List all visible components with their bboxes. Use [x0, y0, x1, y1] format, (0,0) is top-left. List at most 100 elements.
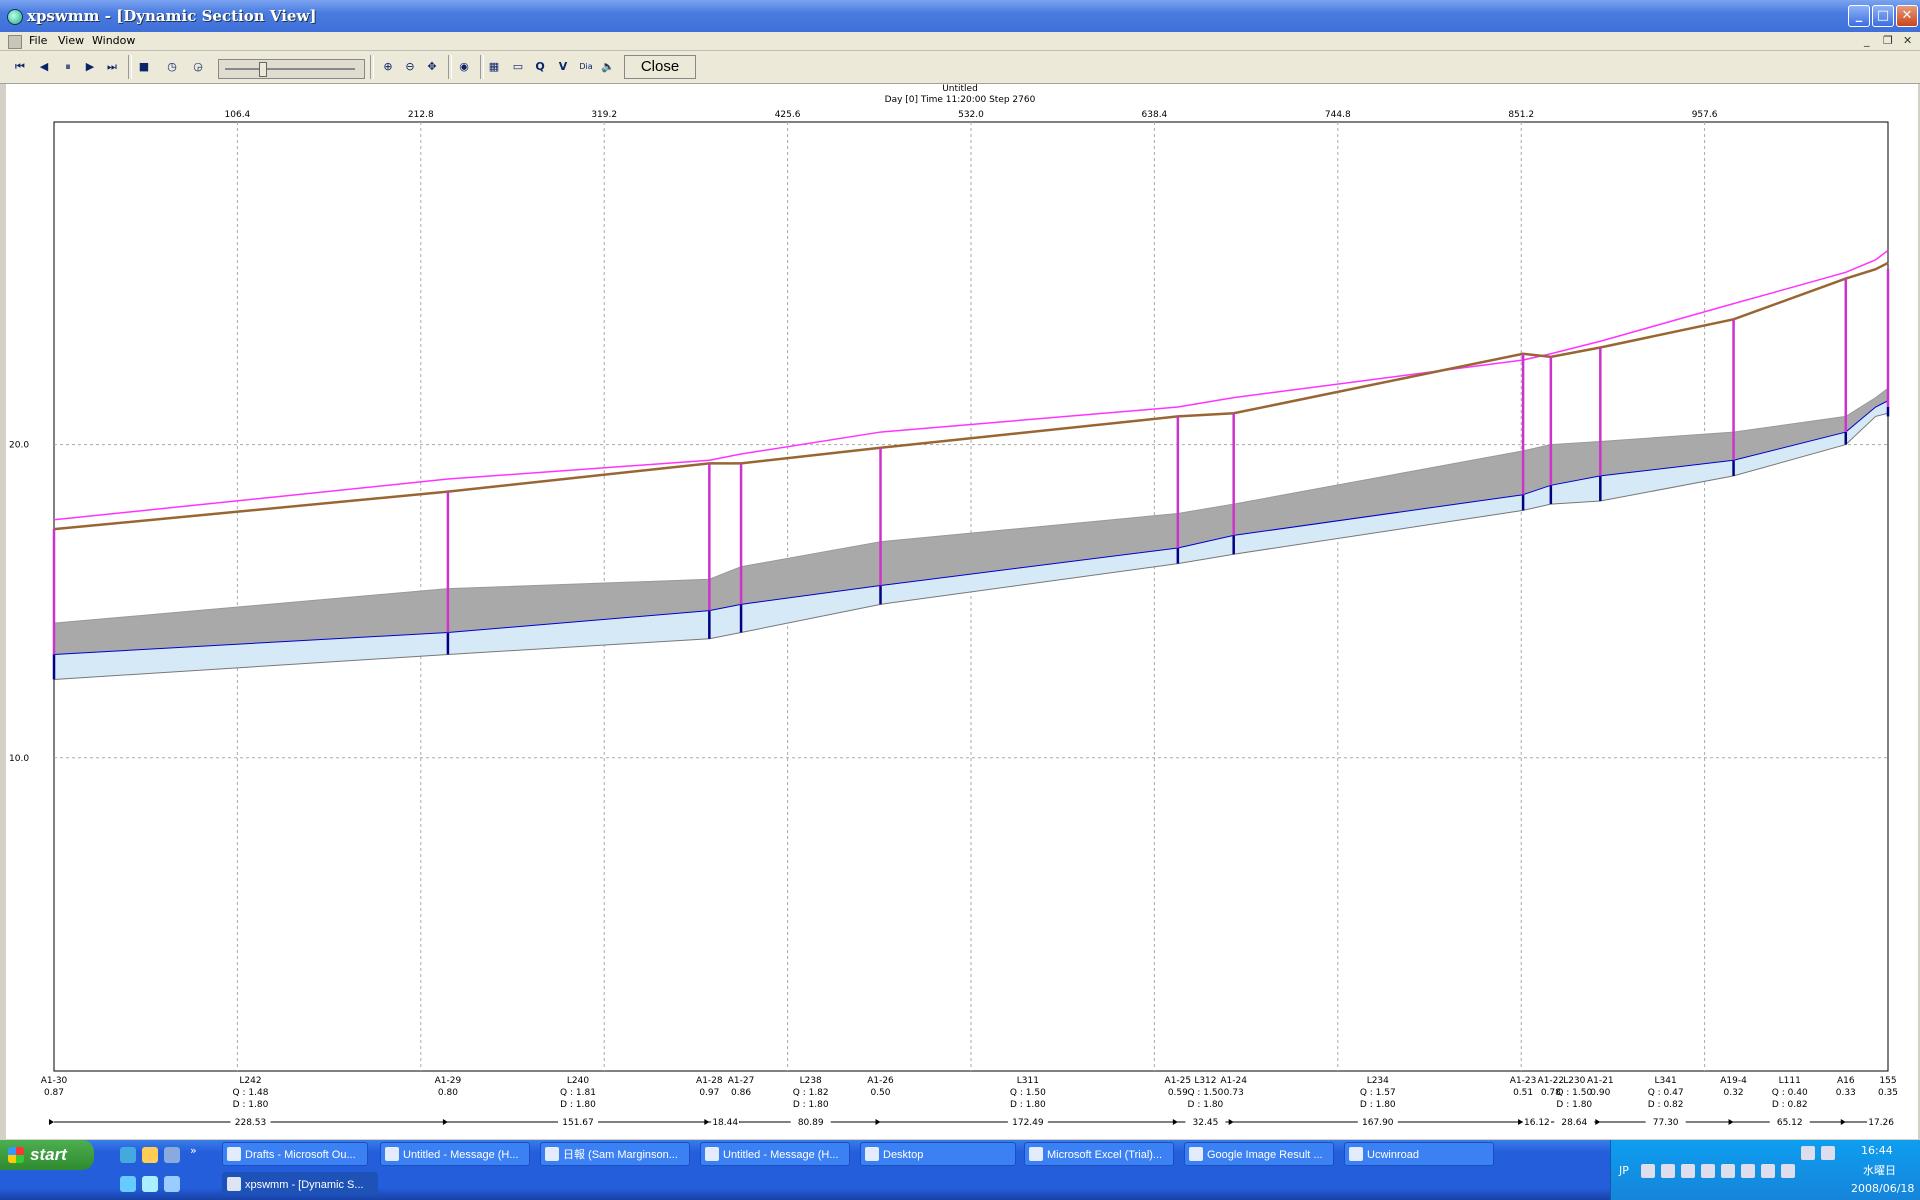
- link-diameter-label: D : 1.80: [233, 1100, 269, 1110]
- link-name-label: L312: [1194, 1076, 1216, 1086]
- help-icon[interactable]: [1761, 1164, 1775, 1178]
- x-tick-label: 851.2: [1508, 110, 1534, 120]
- link-length-label: 77.30: [1653, 1118, 1679, 1128]
- maximize-button[interactable]: □: [1872, 5, 1894, 27]
- dynamic-section-chart[interactable]: Untitled Day [0] Time 11:20:00 Step 2760…: [6, 84, 1918, 1139]
- node-name-label: A1-22: [1538, 1076, 1565, 1086]
- task-desktop[interactable]: Desktop: [860, 1142, 1016, 1166]
- tray-icon[interactable]: [1721, 1164, 1735, 1178]
- task-drafts[interactable]: Drafts - Microsoft Ou...: [222, 1142, 368, 1166]
- music-icon[interactable]: [142, 1176, 158, 1192]
- step-back-icon[interactable]: ◀: [34, 57, 54, 77]
- close-view-button[interactable]: Close: [624, 55, 696, 79]
- tray-icon[interactable]: [1661, 1164, 1675, 1178]
- link-length-label: 32.45: [1193, 1118, 1219, 1128]
- document-icon[interactable]: [8, 35, 22, 49]
- mdi-close-icon[interactable]: ✕: [1903, 34, 1912, 47]
- tray-icon[interactable]: [1681, 1164, 1695, 1178]
- slider-thumb[interactable]: [259, 62, 267, 77]
- tray-icon[interactable]: [1641, 1164, 1655, 1178]
- excel-icon: [1029, 1147, 1043, 1161]
- sound-icon[interactable]: 🔈: [598, 57, 618, 77]
- link-length-label: 167.90: [1362, 1118, 1394, 1128]
- start-button[interactable]: start: [0, 1140, 94, 1170]
- link-diameter-label: D : 1.80: [560, 1100, 596, 1110]
- close-window-button[interactable]: ✕: [1896, 5, 1918, 27]
- length-arrow: [1172, 1119, 1178, 1125]
- link-name-label: L240: [567, 1076, 589, 1086]
- tray-icon[interactable]: [1781, 1164, 1795, 1178]
- link-name-label: L242: [239, 1076, 261, 1086]
- menu-window[interactable]: Window: [92, 34, 135, 47]
- play-to-end-icon[interactable]: ⏭: [102, 57, 122, 77]
- task-label: Google Image Result ...: [1207, 1149, 1323, 1161]
- pause-icon[interactable]: ⏸: [58, 57, 78, 77]
- node-depth-label: 0.80: [438, 1088, 458, 1098]
- pan-icon[interactable]: ✥: [422, 57, 442, 77]
- window-title: xpswmm - [Dynamic Section View]: [27, 7, 317, 25]
- outlook-icon: [227, 1147, 241, 1161]
- mdi-restore-icon[interactable]: ❐: [1883, 34, 1893, 47]
- menu-file[interactable]: File: [29, 34, 47, 47]
- zoom-in-icon[interactable]: ⊕: [378, 57, 398, 77]
- chart-subtitle: Day [0] Time 11:20:00 Step 2760: [885, 95, 1036, 105]
- task-daily-report[interactable]: 日報 (Sam Marginson...: [540, 1142, 690, 1166]
- node-depth-label: 0.86: [731, 1088, 751, 1098]
- link-length-label: 151.67: [562, 1118, 594, 1128]
- flow-q-button[interactable]: Q: [530, 57, 550, 77]
- task-ucwinroad[interactable]: Ucwinroad: [1344, 1142, 1494, 1166]
- length-arrow: [1840, 1119, 1846, 1125]
- velocity-v-button[interactable]: V: [553, 57, 573, 77]
- quicklaunch-more-icon[interactable]: »: [190, 1144, 197, 1157]
- ucwinroad-icon: [1349, 1147, 1363, 1161]
- link-flow-label: Q : 1.82: [793, 1088, 829, 1098]
- camera-icon[interactable]: ◉: [454, 57, 474, 77]
- node-depth-label: 0.97: [699, 1088, 719, 1098]
- length-arrow: [1595, 1119, 1601, 1125]
- node-name-label: A16: [1837, 1076, 1855, 1086]
- stop-icon[interactable]: ■: [134, 57, 154, 77]
- ie-icon[interactable]: [120, 1147, 136, 1163]
- title-bar: xpswmm - [Dynamic Section View] _ □ ✕: [0, 0, 1920, 32]
- messenger-icon[interactable]: [164, 1176, 180, 1192]
- mdi-minimize-icon[interactable]: _: [1864, 34, 1870, 47]
- task-label: Untitled - Message (H...: [403, 1149, 519, 1161]
- app-icon[interactable]: [7, 9, 23, 25]
- mail-icon[interactable]: [1801, 1146, 1815, 1160]
- task-xpswmm[interactable]: xpswmm - [Dynamic S...: [222, 1172, 378, 1196]
- task-excel[interactable]: Microsoft Excel (Trial)...: [1024, 1142, 1174, 1166]
- timer-back-icon[interactable]: ◷: [162, 57, 182, 77]
- step-forward-icon[interactable]: ▶: [80, 57, 100, 77]
- tray-icon[interactable]: [1741, 1164, 1755, 1178]
- task-message-1[interactable]: Untitled - Message (H...: [380, 1142, 530, 1166]
- diameter-button[interactable]: Dia: [576, 57, 596, 77]
- zoom-out-icon[interactable]: ⊖: [400, 57, 420, 77]
- x-tick-label: 212.8: [408, 110, 434, 120]
- clock-time[interactable]: 16:44: [1861, 1144, 1893, 1157]
- rewind-icon[interactable]: ⏮: [10, 57, 30, 77]
- node-depth-label: 0.73: [1224, 1088, 1244, 1098]
- x-tick-label: 957.6: [1692, 110, 1718, 120]
- timer-forward-icon[interactable]: ◶: [188, 57, 208, 77]
- node-name-label: A1-26: [867, 1076, 894, 1086]
- media-icon[interactable]: [120, 1176, 136, 1192]
- task-google[interactable]: Google Image Result ...: [1184, 1142, 1334, 1166]
- time-slider[interactable]: [218, 59, 365, 79]
- volume-icon[interactable]: [1821, 1146, 1835, 1160]
- task-message-2[interactable]: Untitled - Message (H...: [700, 1142, 850, 1166]
- language-indicator[interactable]: JP: [1619, 1164, 1629, 1177]
- ruler-icon[interactable]: ▭: [508, 57, 528, 77]
- tray-icon[interactable]: [1701, 1164, 1715, 1178]
- desktop-icon[interactable]: [164, 1147, 180, 1163]
- minimize-button[interactable]: _: [1848, 5, 1870, 27]
- menu-view[interactable]: View: [58, 34, 84, 47]
- length-arrow: [704, 1119, 710, 1125]
- link-length-label: 18.44: [712, 1118, 738, 1128]
- message-icon: [545, 1147, 559, 1161]
- message-icon: [705, 1147, 719, 1161]
- node-depth-label: 0.87: [44, 1088, 64, 1098]
- clock-day: 水曜日: [1863, 1164, 1896, 1177]
- grid-icon[interactable]: ▦: [484, 57, 504, 77]
- folder-icon[interactable]: [142, 1147, 158, 1163]
- node-name-label: A1-27: [728, 1076, 755, 1086]
